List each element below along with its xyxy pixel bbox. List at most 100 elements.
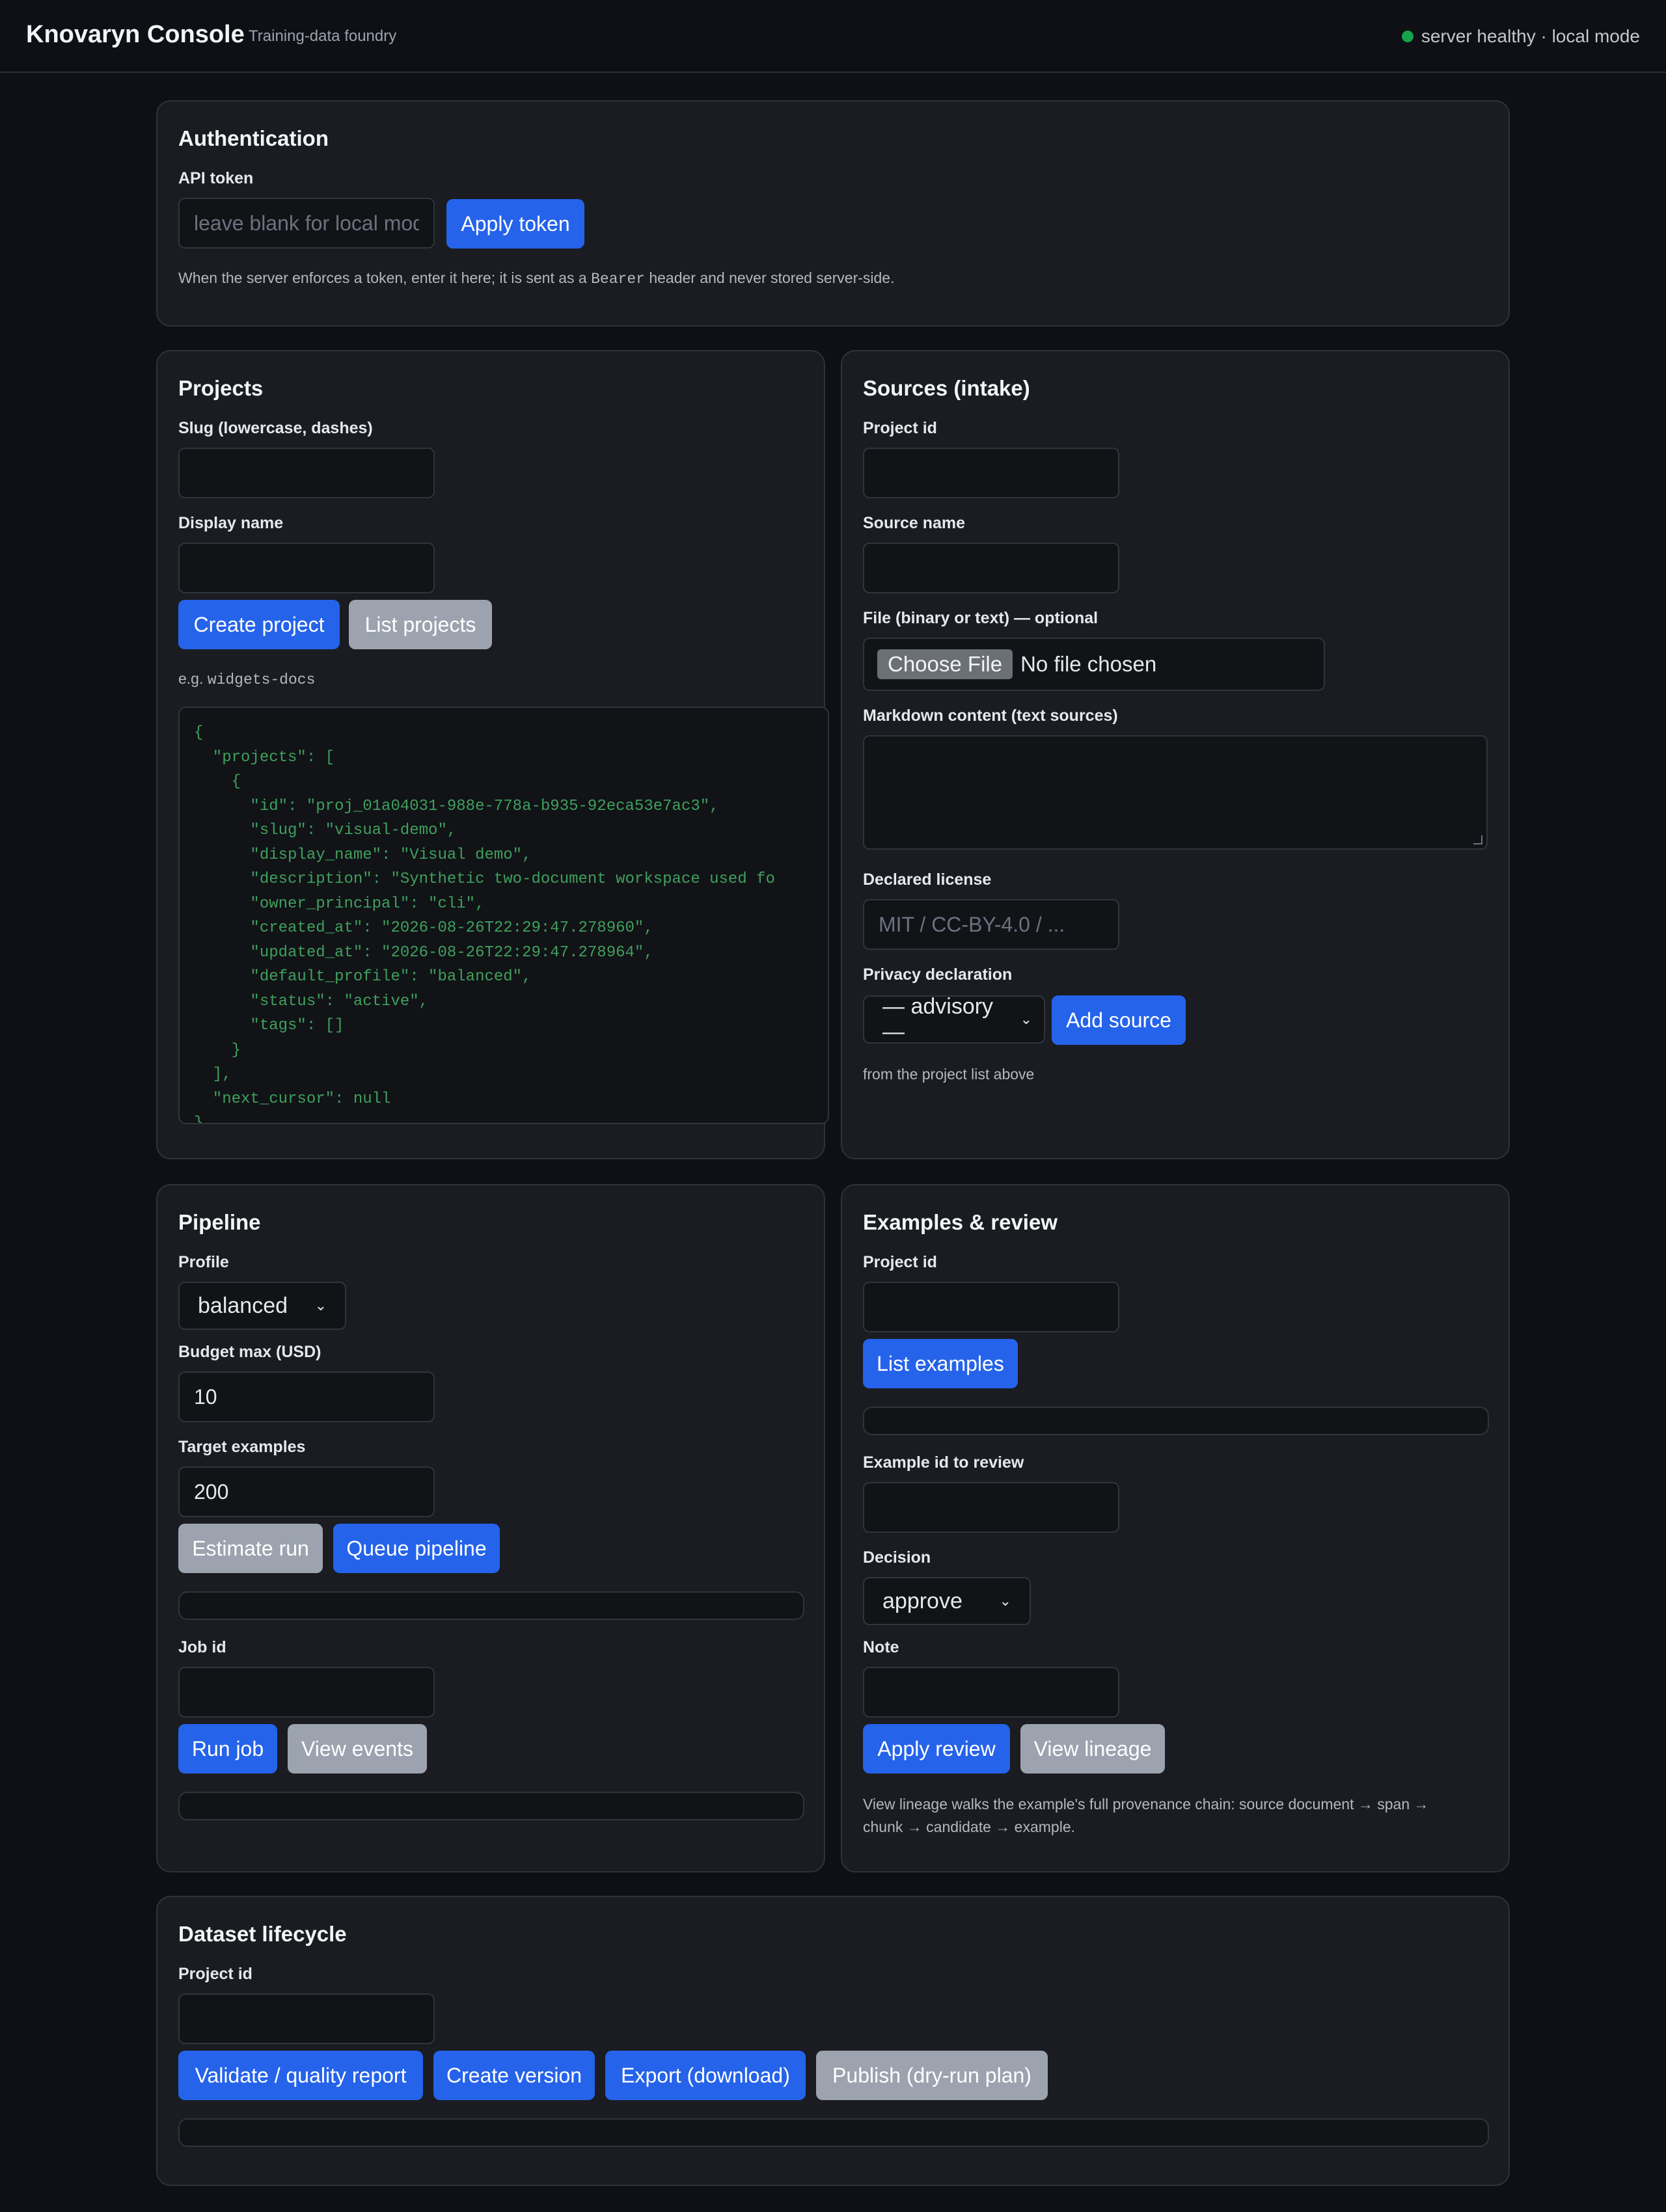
json-line: "default_profile": "balanced", (194, 968, 532, 986)
json-line: "created_at": "2026-08-26T22:29:47.27896… (194, 919, 653, 937)
card-title: Dataset lifecycle (178, 1922, 347, 1946)
examples-output (863, 1407, 1489, 1435)
authentication-card: Authentication API token Apply token Whe… (156, 100, 1510, 327)
display-name-input[interactable] (178, 543, 435, 593)
bearer-code: Bearer (591, 271, 645, 288)
file-status: No file chosen (1020, 652, 1157, 676)
app-title: Knovaryn Console (26, 21, 245, 48)
source-name-input[interactable] (863, 543, 1119, 593)
profile-select[interactable]: balanced ⌄ (178, 1282, 346, 1330)
examples-project-id-input[interactable] (863, 1282, 1119, 1332)
examples-review-card: Examples & review Project id List exampl… (841, 1184, 1510, 1872)
markdown-textarea[interactable] (863, 735, 1488, 850)
json-line: "display_name": "Visual demo", (194, 846, 532, 864)
dataset-output (178, 2118, 1489, 2147)
dataset-lifecycle-card: Dataset lifecycle Project id Validate / … (156, 1896, 1510, 2186)
auth-hint-text-end: header and never stored server-side. (644, 269, 895, 286)
project-id-label: Project id (863, 1253, 937, 1271)
pipeline-card: Pipeline Profile balanced ⌄ Budget max (… (156, 1184, 825, 1872)
sources-card: Sources (intake) Project id Source name … (841, 350, 1510, 1159)
apply-review-button[interactable]: Apply review (863, 1724, 1010, 1774)
view-lineage-button[interactable]: View lineage (1020, 1724, 1165, 1774)
source-project-id-input[interactable] (863, 448, 1119, 498)
dataset-project-id-input[interactable] (178, 1993, 435, 2044)
job-id-label: Job id (178, 1638, 226, 1656)
decision-label: Decision (863, 1548, 931, 1567)
pipeline-output (178, 1591, 804, 1620)
profile-label: Profile (178, 1253, 229, 1271)
apply-token-button[interactable]: Apply token (446, 199, 584, 249)
json-line: "slug": "visual-demo", (194, 822, 457, 839)
project-id-label: Project id (178, 1965, 253, 1983)
slug-label: Slug (lowercase, dashes) (178, 419, 373, 437)
server-status-text: server healthy · local mode (1421, 26, 1640, 46)
publish-dry-run-button[interactable]: Publish (dry-run plan) (816, 2051, 1048, 2100)
json-line: "description": "Synthetic two-document w… (194, 870, 775, 888)
card-title: Pipeline (178, 1210, 261, 1234)
example-id-label: Example id to review (863, 1453, 1024, 1472)
top-bar: Knovaryn Console Training-data foundry s… (0, 0, 1666, 73)
decision-selected-value: approve (882, 1588, 963, 1613)
status-dot-icon (1401, 31, 1413, 42)
view-events-button[interactable]: View events (288, 1724, 427, 1774)
choose-file-button[interactable]: Choose File (877, 649, 1013, 679)
json-line: "id": "proj_01a04031-988e-778a-b935-92ec… (194, 797, 719, 815)
project-id-label: Project id (863, 419, 937, 437)
json-line: { (194, 773, 241, 790)
card-title: Projects (178, 376, 264, 400)
privacy-select[interactable]: — advisory — ⌄ (863, 994, 1045, 1044)
resize-grip-icon[interactable] (1473, 835, 1482, 844)
create-version-button[interactable]: Create version (433, 2051, 595, 2100)
api-token-label: API token (178, 169, 254, 187)
list-examples-button[interactable]: List examples (863, 1339, 1018, 1388)
auth-hint-text: When the server enforces a token, enter … (178, 269, 592, 286)
privacy-selected-value: — advisory — (882, 994, 994, 1044)
markdown-label: Markdown content (text sources) (863, 707, 1118, 725)
estimate-run-button[interactable]: Estimate run (178, 1524, 323, 1573)
run-job-button[interactable]: Run job (178, 1724, 277, 1774)
job-output (178, 1792, 804, 1820)
slug-hint: e.g. widgets-docs (178, 670, 315, 688)
target-examples-input[interactable] (178, 1466, 435, 1517)
license-label: Declared license (863, 870, 992, 889)
queue-pipeline-button[interactable]: Queue pipeline (333, 1524, 500, 1573)
budget-input[interactable] (178, 1371, 435, 1422)
json-line: "projects": [ (194, 748, 335, 766)
file-label: File (binary or text) — optional (863, 609, 1099, 627)
note-label: Note (863, 1638, 899, 1656)
budget-label: Budget max (USD) (178, 1343, 321, 1361)
decision-select[interactable]: approve ⌄ (863, 1577, 1031, 1625)
json-line: { (194, 724, 204, 742)
source-name-label: Source name (863, 514, 966, 532)
slug-example-code: widgets-docs (207, 671, 316, 688)
chevron-down-icon: ⌄ (1020, 1011, 1032, 1027)
create-project-button[interactable]: Create project (178, 600, 340, 649)
validate-quality-button[interactable]: Validate / quality report (178, 2051, 423, 2100)
slug-hint-text: e.g. (178, 670, 208, 687)
file-picker[interactable]: Choose File No file chosen (863, 638, 1325, 691)
job-id-input[interactable] (178, 1667, 435, 1718)
api-token-input[interactable] (178, 198, 435, 249)
profile-selected-value: balanced (198, 1293, 288, 1318)
export-download-button[interactable]: Export (download) (605, 2051, 806, 2100)
note-input[interactable] (863, 1667, 1119, 1718)
privacy-label: Privacy declaration (863, 965, 1013, 984)
target-examples-label: Target examples (178, 1438, 306, 1456)
card-title: Examples & review (863, 1210, 1058, 1234)
projects-card: Projects Slug (lowercase, dashes) Displa… (156, 350, 829, 1159)
list-projects-button[interactable]: List projects (349, 600, 492, 649)
slug-input[interactable] (178, 448, 435, 498)
example-id-input[interactable] (863, 1482, 1119, 1533)
chevron-down-icon: ⌄ (314, 1297, 327, 1314)
json-line: } (194, 1114, 204, 1124)
lineage-hint-line: chunk → candidate → example. (863, 1818, 1076, 1835)
projects-json-output: { "projects": [ { "id": "proj_01a04031-9… (178, 707, 829, 1124)
auth-hint: When the server enforces a token, enter … (178, 269, 894, 288)
json-line: "next_cursor": null (194, 1090, 391, 1108)
chevron-down-icon: ⌄ (999, 1593, 1011, 1609)
add-source-button[interactable]: Add source (1052, 995, 1186, 1045)
license-input[interactable] (863, 899, 1119, 950)
card-title: Sources (intake) (863, 376, 1030, 400)
display-name-label: Display name (178, 514, 284, 532)
json-line: "status": "active", (194, 992, 429, 1010)
